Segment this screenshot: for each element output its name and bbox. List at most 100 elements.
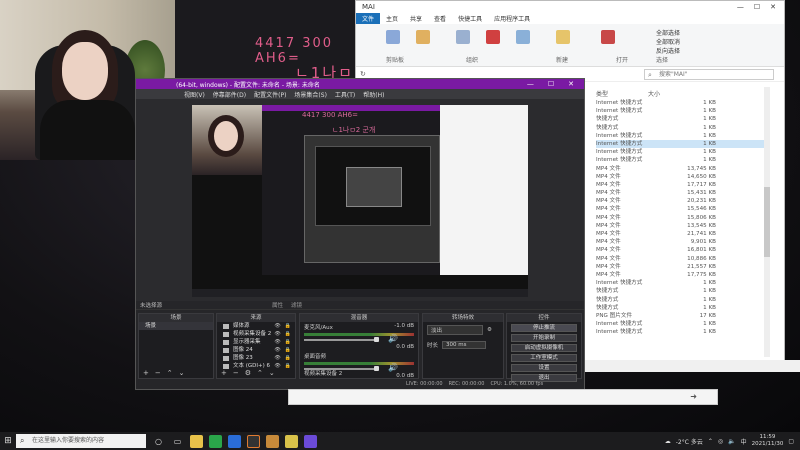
- cortana-icon[interactable]: ○: [152, 435, 165, 448]
- new-folder-icon[interactable]: [556, 30, 570, 44]
- menu-tools[interactable]: 工具(T): [335, 90, 355, 99]
- file-list-row[interactable]: Internet 快捷方式 1 KB: [596, 99, 766, 107]
- minimize-icon[interactable]: —: [527, 80, 534, 88]
- explorer-scrollbar[interactable]: [764, 87, 770, 357]
- column-type[interactable]: 类型: [596, 89, 608, 98]
- rename-icon[interactable]: [516, 30, 530, 44]
- file-explorer-icon[interactable]: [190, 434, 203, 448]
- close-icon[interactable]: ✕: [770, 3, 776, 11]
- weather-icon[interactable]: ☁: [665, 438, 671, 445]
- refresh-icon[interactable]: ↻: [360, 70, 366, 78]
- taskbar-search-input[interactable]: ⌕ 在这里输入你要搜索的内容: [16, 434, 146, 448]
- menu-help[interactable]: 帮助(H): [363, 90, 384, 99]
- properties-icon[interactable]: [601, 30, 615, 44]
- gear-icon[interactable]: ⚙: [487, 327, 492, 333]
- move-icon[interactable]: [456, 30, 470, 44]
- file-list-row[interactable]: MP4 文件 17,775 KB: [596, 271, 766, 279]
- chevron-down-icon[interactable]: ⌄: [269, 369, 275, 377]
- chevron-down-icon[interactable]: ⌄: [179, 369, 185, 377]
- file-list-row[interactable]: MP4 文件 10,886 KB: [596, 255, 766, 263]
- scene-item[interactable]: 场景: [139, 322, 213, 330]
- file-list-row[interactable]: MP4 文件 20,231 KB: [596, 197, 766, 205]
- lock-icon[interactable]: 🔒: [285, 330, 291, 338]
- select-none-button[interactable]: 全部取消: [656, 37, 680, 46]
- menu-docks[interactable]: 停靠部件(D): [213, 90, 246, 99]
- obs-icon[interactable]: [247, 434, 260, 448]
- menu-view[interactable]: 视图(V): [184, 90, 205, 99]
- remove-icon[interactable]: −: [155, 369, 161, 377]
- visibility-eye-icon[interactable]: 👁: [274, 338, 280, 346]
- maximize-icon[interactable]: ☐: [754, 3, 760, 11]
- visibility-eye-icon[interactable]: 👁: [274, 322, 280, 330]
- volume-slider[interactable]: 🔊: [304, 334, 414, 343]
- file-list-row[interactable]: MP4 文件 14,650 KB: [596, 173, 766, 181]
- visibility-eye-icon[interactable]: 👁: [274, 330, 280, 338]
- lock-icon[interactable]: 🔒: [285, 338, 291, 346]
- folder-icon[interactable]: [285, 434, 298, 448]
- clock[interactable]: 11:59 2021/11/30: [752, 434, 784, 448]
- obs-preview[interactable]: 4417 300 AH6= ㄴ1나ㅁ2 군개: [192, 105, 528, 297]
- file-list-row[interactable]: 快捷方式 1 KB: [596, 296, 766, 304]
- file-list-row[interactable]: 快捷方式 1 KB: [596, 115, 766, 123]
- minimize-icon[interactable]: —: [737, 3, 744, 11]
- maximize-icon[interactable]: ☐: [548, 80, 554, 88]
- speaker-icon[interactable]: 🔊: [388, 363, 398, 372]
- settings-button[interactable]: 设置: [511, 364, 577, 372]
- visibility-eye-icon[interactable]: 👁: [274, 354, 280, 362]
- task-view-icon[interactable]: ▭: [171, 435, 184, 448]
- tab-share[interactable]: 共享: [404, 13, 428, 24]
- volume-knob[interactable]: [374, 366, 379, 371]
- volume-knob[interactable]: [374, 337, 379, 342]
- wechat-icon[interactable]: [209, 434, 222, 448]
- tab-view[interactable]: 查看: [428, 13, 452, 24]
- file-list-row[interactable]: MP4 文件 21,557 KB: [596, 263, 766, 271]
- tab-app-tools[interactable]: 应用程序工具: [488, 13, 536, 24]
- file-list-row[interactable]: MP4 文件 15,546 KB: [596, 205, 766, 213]
- browser-icon[interactable]: [228, 434, 241, 448]
- duration-input[interactable]: 300 ms: [442, 341, 487, 349]
- lock-icon[interactable]: 🔒: [285, 322, 291, 330]
- file-list-row[interactable]: MP4 文件 15,806 KB: [596, 214, 766, 222]
- tab-home[interactable]: 主页: [380, 13, 404, 24]
- lock-icon[interactable]: 🔒: [285, 346, 291, 354]
- file-list-row[interactable]: Internet 快捷方式 1 KB: [596, 156, 766, 164]
- invert-selection-button[interactable]: 反向选择: [656, 46, 680, 55]
- file-list-row[interactable]: MP4 文件 9,901 KB: [596, 238, 766, 246]
- tab-file[interactable]: 文件: [356, 13, 381, 24]
- chevron-up-icon[interactable]: ⌃: [708, 438, 713, 445]
- studio-mode-button[interactable]: 工作室模式: [511, 354, 577, 362]
- chevron-up-icon[interactable]: ⌃: [167, 369, 173, 377]
- transition-select[interactable]: 淡出: [427, 325, 483, 335]
- column-size[interactable]: 大小: [648, 89, 660, 98]
- add-icon[interactable]: +: [221, 369, 227, 377]
- chevron-up-icon[interactable]: ⌃: [257, 369, 263, 377]
- add-icon[interactable]: +: [143, 369, 149, 377]
- file-list-row[interactable]: Internet 快捷方式 1 KB: [596, 132, 766, 140]
- file-list-row[interactable]: 快捷方式 1 KB: [596, 304, 766, 312]
- filters-button[interactable]: 滤镜: [291, 301, 302, 309]
- source-item[interactable]: 图像 24 👁 🔒: [217, 346, 295, 354]
- start-virtual-camera-button[interactable]: 启动虚拟摄像机: [511, 344, 577, 352]
- arrow-right-icon[interactable]: ➜: [690, 392, 697, 401]
- source-item[interactable]: 图像 23 👁 🔒: [217, 354, 295, 362]
- file-list-row[interactable]: MP4 文件 13,545 KB: [596, 222, 766, 230]
- menu-profile[interactable]: 配置文件(P): [254, 90, 286, 99]
- file-list-row[interactable]: Internet 快捷方式 1 KB: [596, 279, 766, 287]
- copy-icon[interactable]: [386, 30, 400, 44]
- visibility-eye-icon[interactable]: 👁: [274, 346, 280, 354]
- file-list-row[interactable]: 快捷方式 1 KB: [596, 287, 766, 295]
- lock-icon[interactable]: 🔒: [285, 354, 291, 362]
- notification-icon[interactable]: ▢: [788, 438, 794, 445]
- windows-start-icon[interactable]: ⊞: [0, 432, 16, 450]
- search-input[interactable]: ⌕ 搜索"MAI": [644, 68, 774, 80]
- scrollbar-thumb[interactable]: [764, 187, 770, 257]
- delete-icon[interactable]: [486, 30, 500, 44]
- gear-icon[interactable]: ⚙: [245, 369, 251, 377]
- select-all-button[interactable]: 全部选择: [656, 28, 680, 37]
- source-item[interactable]: 媒体源 👁 🔒: [217, 322, 295, 330]
- weather-text[interactable]: -2°C 多云: [676, 437, 703, 446]
- file-list-row[interactable]: MP4 文件 17,717 KB: [596, 181, 766, 189]
- file-list-row[interactable]: 快捷方式 1 KB: [596, 124, 766, 132]
- file-list-row[interactable]: MP4 文件 13,745 KB: [596, 165, 766, 173]
- source-item[interactable]: 视频采集设备 2 👁 🔒: [217, 330, 295, 338]
